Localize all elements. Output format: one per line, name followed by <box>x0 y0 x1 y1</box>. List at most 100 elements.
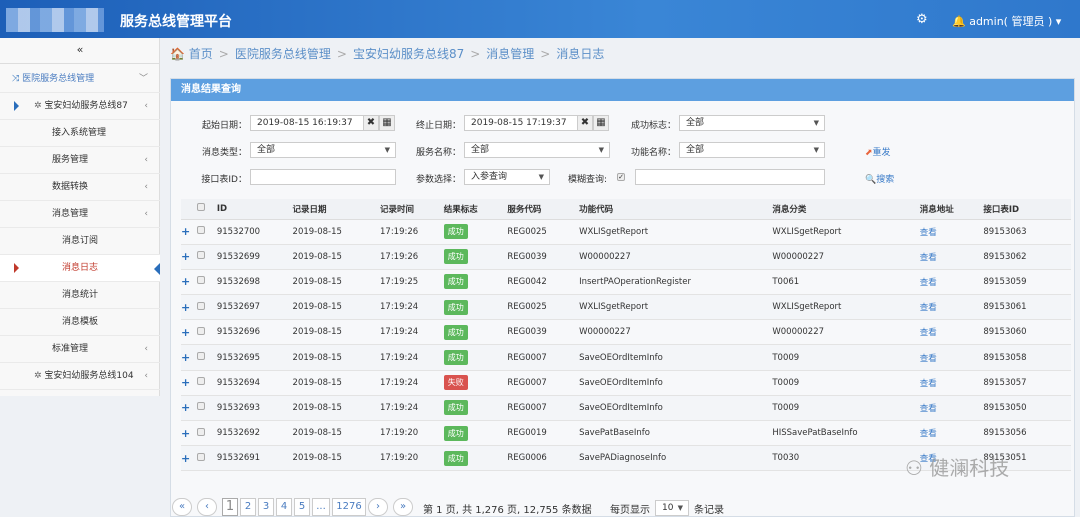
plus-icon[interactable]: + <box>181 351 190 364</box>
param-select[interactable]: 入参查询 ▼ <box>464 169 550 185</box>
row-checkbox[interactable] <box>196 251 205 260</box>
sidebar-item[interactable]: 标准管理 ‹ <box>0 336 160 363</box>
breadcrumb-item[interactable]: 消息日志 <box>556 47 604 61</box>
row-checkbox[interactable] <box>196 352 205 361</box>
expand-row[interactable]: + <box>181 294 197 321</box>
row-select[interactable] <box>196 370 217 396</box>
calendar-icon[interactable]: ▦ <box>379 115 395 131</box>
row-select[interactable] <box>196 244 217 270</box>
clear-icon[interactable]: ✖ <box>363 115 379 131</box>
row-checkbox[interactable] <box>196 452 205 461</box>
page-button[interactable]: 4 <box>276 498 292 516</box>
row-checkbox[interactable] <box>196 326 205 335</box>
function-name-select[interactable]: 全部 ▼ <box>679 142 825 158</box>
row-select[interactable] <box>196 269 217 296</box>
breadcrumb-item[interactable]: 消息管理 <box>486 47 534 61</box>
success-flag-select[interactable]: 全部 ▼ <box>679 115 825 131</box>
page-button[interactable]: 1 <box>222 498 238 516</box>
row-checkbox[interactable] <box>196 226 205 235</box>
fuzzy-query-checkbox[interactable]: ✓ <box>617 173 625 181</box>
row-select[interactable] <box>196 344 217 371</box>
row-checkbox[interactable] <box>196 377 205 386</box>
sidebar-item[interactable]: 接入系统管理 <box>0 120 160 147</box>
page-button[interactable]: ‹ <box>197 498 217 516</box>
select-all[interactable] <box>196 199 217 220</box>
expand-row[interactable]: + <box>181 370 197 396</box>
sidebar-item[interactable]: 数据转换 ‹ <box>0 174 160 201</box>
view-link[interactable]: 查看 <box>920 404 937 414</box>
sidebar-item[interactable]: 消息日志 <box>0 255 160 282</box>
msg-type-select[interactable]: 全部 ▼ <box>250 142 396 158</box>
user-menu[interactable]: 🔔 admin( 管理员 ) ▾ <box>952 13 1061 29</box>
per-page-select[interactable]: 10 ▼ <box>655 500 689 516</box>
expand-row[interactable]: + <box>181 244 197 270</box>
select-all-checkbox[interactable] <box>196 203 205 212</box>
collapse-sidebar-button[interactable]: « <box>0 38 160 64</box>
page-button[interactable]: » <box>393 498 413 516</box>
row-select[interactable] <box>196 420 217 447</box>
view-link[interactable]: 查看 <box>920 253 937 263</box>
row-select[interactable] <box>196 395 217 422</box>
sidebar-item[interactable]: 服务管理 ‹ <box>0 147 160 174</box>
plus-icon[interactable]: + <box>181 275 190 288</box>
page-button[interactable]: « <box>172 498 192 516</box>
row-checkbox[interactable] <box>196 301 205 310</box>
expand-row[interactable]: + <box>181 219 197 245</box>
plus-icon[interactable]: + <box>181 376 190 389</box>
view-link[interactable]: 查看 <box>920 429 937 439</box>
page-button[interactable]: 3 <box>258 498 274 516</box>
expand-row[interactable]: + <box>181 344 197 371</box>
page-button[interactable]: › <box>368 498 388 516</box>
service-name-select[interactable]: 全部 ▼ <box>464 142 610 158</box>
start-date-input[interactable]: 2019-08-15 16:19:37 <box>250 115 364 131</box>
page-button[interactable]: 5 <box>294 498 310 516</box>
expand-row[interactable]: + <box>181 445 197 472</box>
end-date-input[interactable]: 2019-08-15 17:19:37 <box>464 115 578 131</box>
row-checkbox[interactable] <box>196 276 205 285</box>
calendar-icon[interactable]: ▦ <box>593 115 609 131</box>
gear-icon[interactable]: ⚙ <box>916 12 928 27</box>
plus-icon[interactable]: + <box>181 250 190 263</box>
expand-row[interactable]: + <box>181 319 197 346</box>
view-link[interactable]: 查看 <box>920 328 937 338</box>
sidebar-item[interactable]: 消息订阅 <box>0 228 160 255</box>
row-select[interactable] <box>196 219 217 245</box>
sidebar-item[interactable]: ✲ 宝安妇幼服务总线104 ‹ <box>0 363 160 390</box>
row-select[interactable] <box>196 445 217 472</box>
sidebar-item[interactable]: 消息管理 ‹ <box>0 201 160 228</box>
plus-icon[interactable]: + <box>181 301 190 314</box>
row-select[interactable] <box>196 294 217 321</box>
breadcrumb-item[interactable]: 医院服务总线管理 <box>235 47 331 61</box>
breadcrumb-item[interactable]: 宝安妇幼服务总线87 <box>353 47 464 61</box>
fuzzy-query-input[interactable] <box>635 169 825 185</box>
column-header: 功能代码 <box>579 199 773 220</box>
page-button[interactable]: ... <box>312 498 330 516</box>
view-link[interactable]: 查看 <box>920 228 937 238</box>
view-link[interactable]: 查看 <box>920 278 937 288</box>
plus-icon[interactable]: + <box>181 401 190 414</box>
breadcrumb-item[interactable]: 首页 <box>189 47 213 61</box>
plus-icon[interactable]: + <box>181 427 190 440</box>
row-checkbox[interactable] <box>196 402 205 411</box>
sidebar-item[interactable]: 消息模板 <box>0 309 160 336</box>
sidebar-item[interactable]: 消息统计 <box>0 282 160 309</box>
row-select[interactable] <box>196 319 217 346</box>
view-link[interactable]: 查看 <box>920 379 937 389</box>
view-link[interactable]: 查看 <box>920 303 937 313</box>
interface-id-input[interactable] <box>250 169 396 185</box>
expand-row[interactable]: + <box>181 269 197 296</box>
view-link[interactable]: 查看 <box>920 354 937 364</box>
expand-row[interactable]: + <box>181 420 197 447</box>
resend-button[interactable]: ⬈重发 <box>865 145 891 158</box>
plus-icon[interactable]: + <box>181 326 190 339</box>
search-button[interactable]: 🔍搜索 <box>865 172 894 185</box>
plus-icon[interactable]: + <box>181 225 190 238</box>
sidebar-item[interactable]: ⤨ 医院服务总线管理 ﹀ <box>0 66 160 93</box>
clear-icon[interactable]: ✖ <box>577 115 593 131</box>
expand-row[interactable]: + <box>181 395 197 422</box>
sidebar-item[interactable]: ✲ 宝安妇幼服务总线87 ‹ <box>0 93 160 120</box>
page-button[interactable]: 2 <box>240 498 256 516</box>
page-button[interactable]: 1276 <box>332 498 366 516</box>
row-checkbox[interactable] <box>196 427 205 436</box>
plus-icon[interactable]: + <box>181 452 190 465</box>
